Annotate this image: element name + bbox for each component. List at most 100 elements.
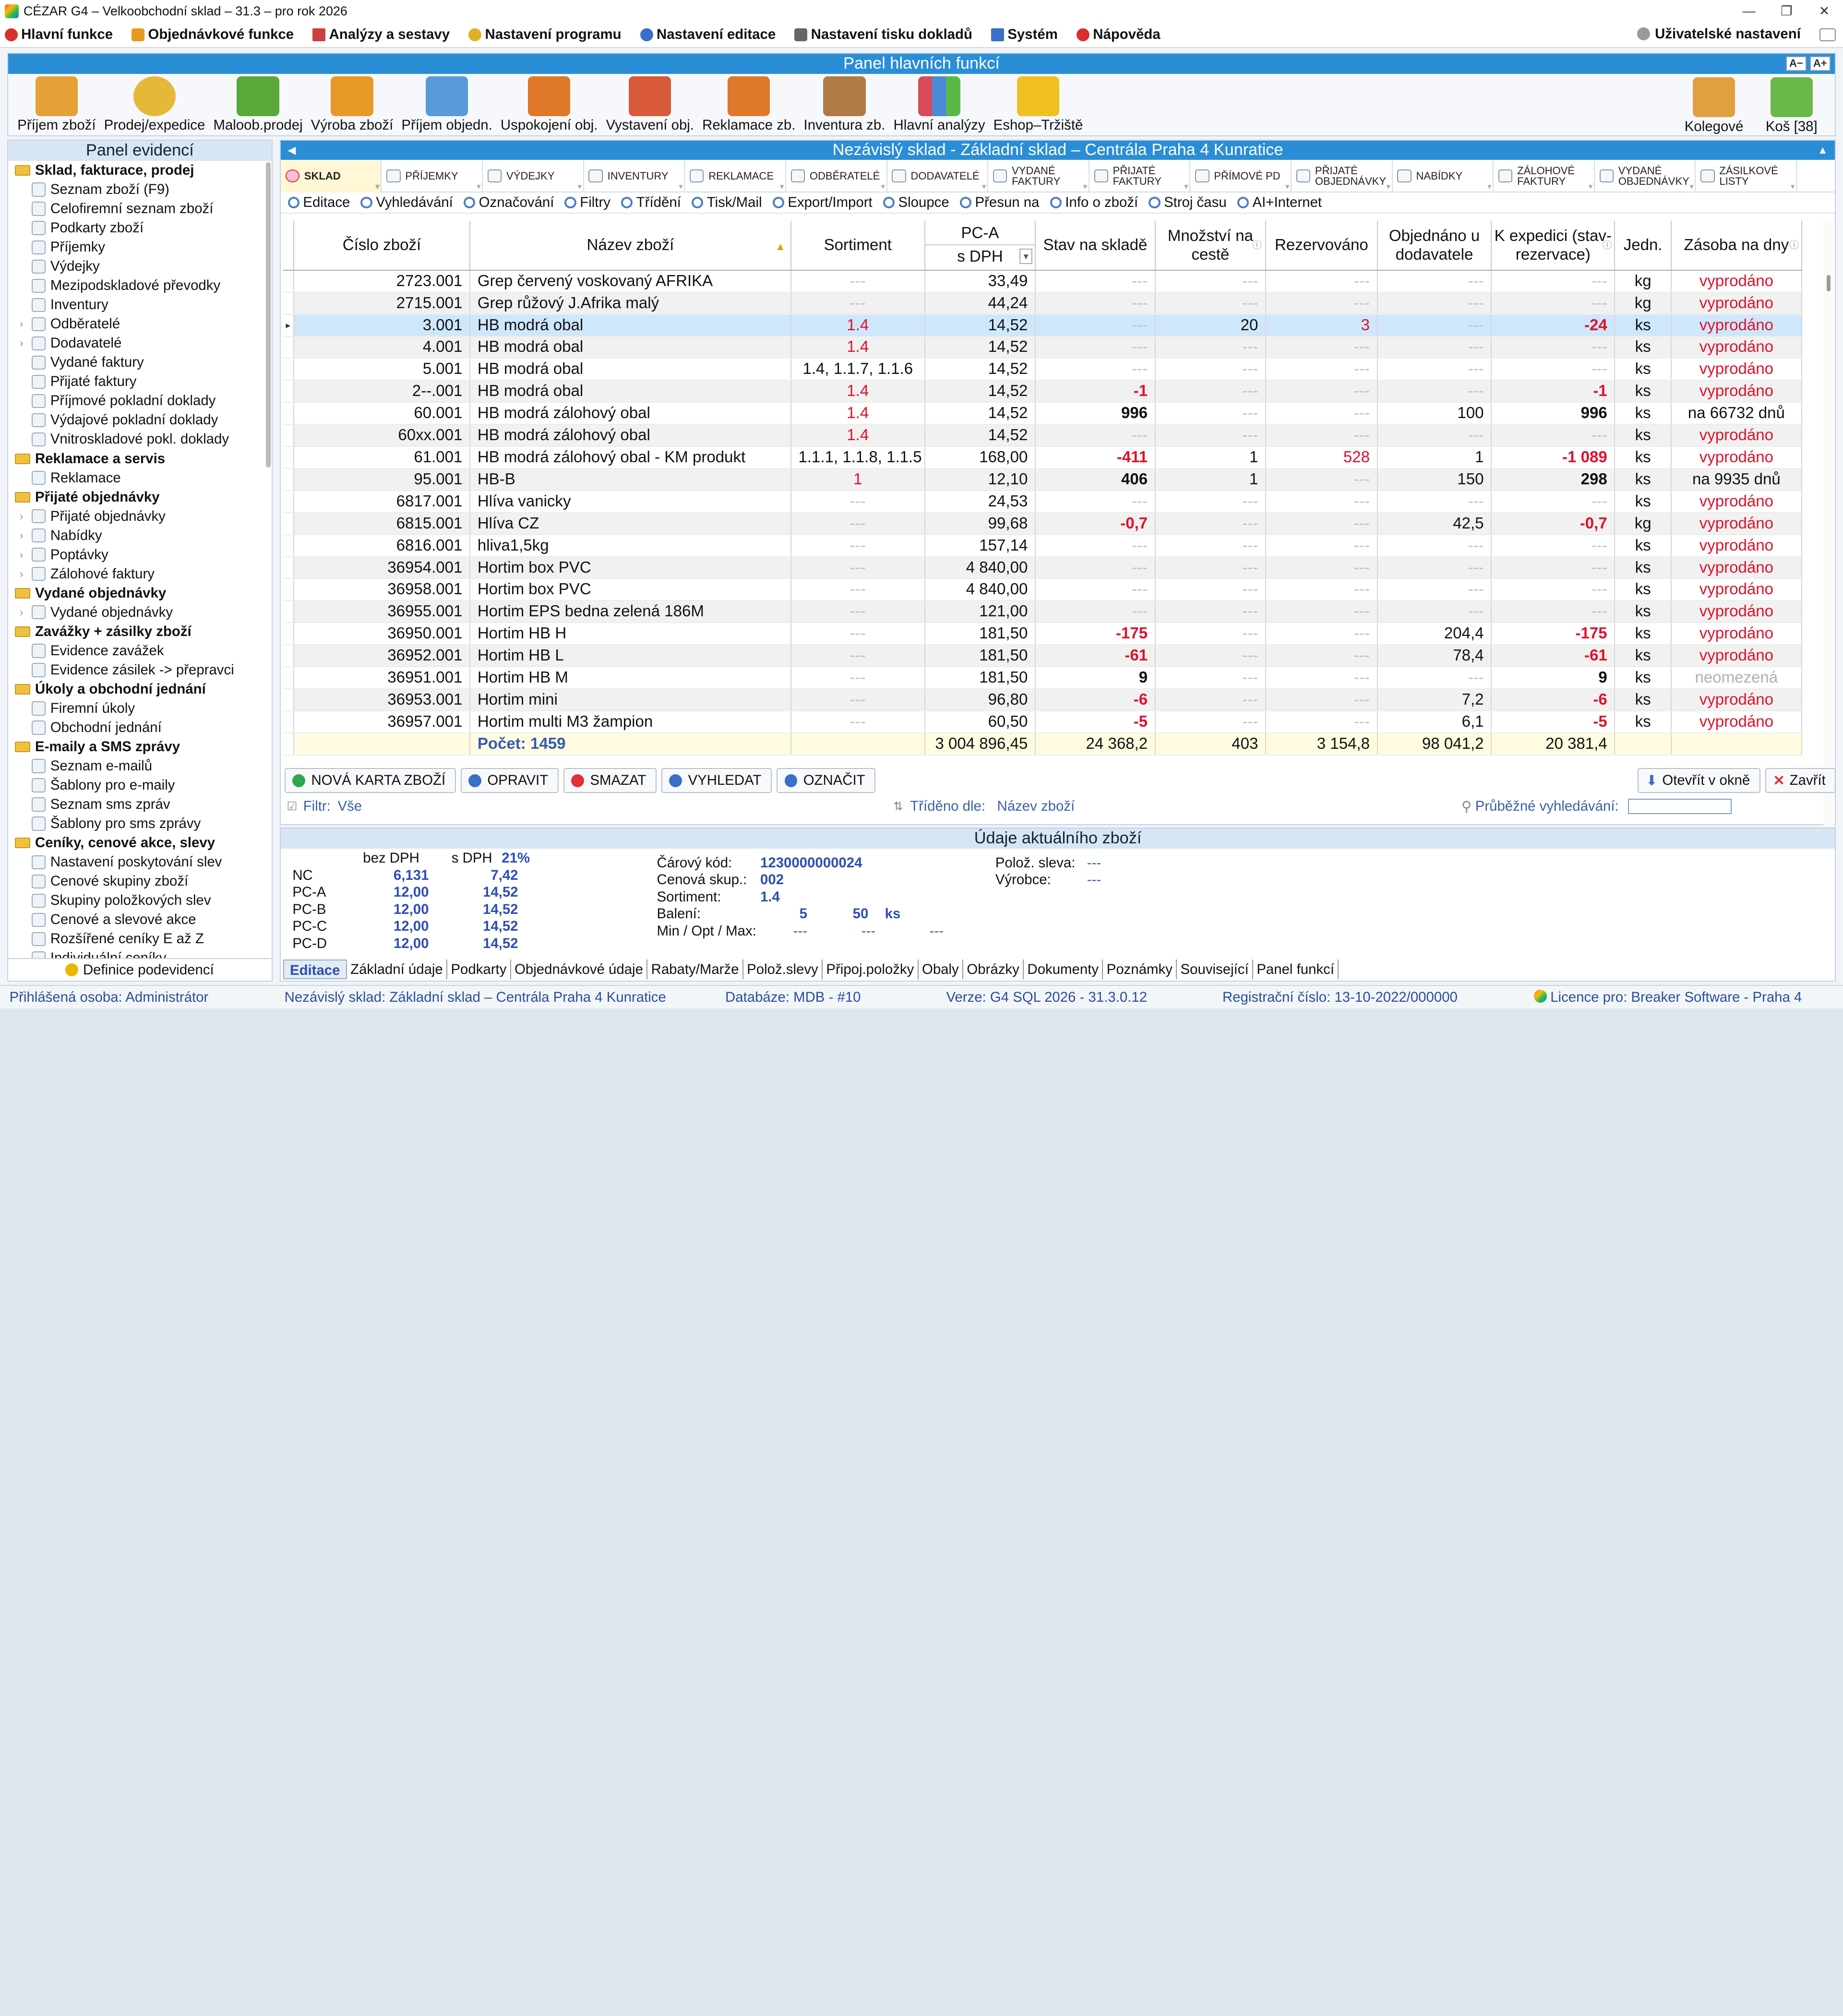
col-header-unit[interactable]: Jedn.	[1615, 220, 1672, 271]
tab-record[interactable]: Reklamace ▾	[685, 159, 786, 193]
close-button[interactable]: ✕ Zavřít	[1765, 768, 1836, 793]
tree-item[interactable]: Seznam zboží (F9)	[8, 180, 272, 199]
close-icon[interactable]: ✕	[1806, 0, 1843, 23]
search-button[interactable]: VYHLEDAT	[661, 768, 772, 793]
info-icon[interactable]: ⓘ	[1789, 236, 1799, 255]
tree-item[interactable]: Šablony pro e-maily	[8, 776, 272, 795]
tool-eshop[interactable]: Eshop–Tržiště	[993, 74, 1083, 134]
tree-item[interactable]: Celofiremní seznam zboží	[8, 199, 272, 218]
details-tab[interactable]: Objednávkové údaje	[511, 959, 648, 980]
tree-item[interactable]: Podkarty zboží	[8, 218, 272, 238]
details-tab[interactable]: Připoj.položky	[823, 959, 919, 980]
tab-record[interactable]: Výdejky ▾	[483, 159, 584, 193]
details-tab[interactable]: Základní údaje	[347, 959, 448, 980]
table-row[interactable]: 60.001 HB modrá zálohový obal 1.4 14,52 996-…	[283, 402, 1802, 425]
col-header-ordered[interactable]: Objednáno u dodavatele	[1377, 220, 1492, 271]
details-tab[interactable]: Poznámky	[1103, 959, 1177, 980]
col-header-name[interactable]: Název zboží ▲	[470, 220, 791, 271]
table-row[interactable]: 2715.001 Grep růžový J.Afrika malý --- 44,2…	[283, 292, 1802, 315]
tree-item[interactable]: › Nabídky	[8, 526, 272, 545]
tab-record[interactable]: Dodavatelé ▾	[887, 159, 989, 193]
tree-item[interactable]: Přijaté faktury	[8, 372, 272, 391]
tree-item[interactable]: › Zálohové faktury	[8, 564, 272, 584]
delete-button[interactable]: SMAZAT	[563, 768, 657, 793]
tree-group[interactable]: Přijaté objednávky	[8, 488, 272, 507]
tool-colleagues[interactable]: Kolegové	[1685, 75, 1743, 135]
collapse-left-icon[interactable]: ◀	[288, 141, 296, 159]
menu-help[interactable]: Nápověda	[1072, 26, 1161, 43]
menu-order-functions[interactable]: Objednávkové funkce	[127, 26, 294, 43]
tree-item[interactable]: Skupiny položkových slev	[8, 891, 272, 910]
toolbar-button[interactable]: Info o zboží	[1050, 194, 1138, 211]
minimize-icon[interactable]: —	[1730, 0, 1768, 23]
table-row[interactable]: 5.001 HB modrá obal 1.4, 1.1.7, 1.1.6 14,52…	[283, 358, 1802, 381]
toolbar-button[interactable]: Označování	[463, 194, 554, 211]
menu-print-settings[interactable]: Nastavení tisku dokladů	[790, 26, 972, 43]
details-tab[interactable]: Podkarty	[447, 959, 511, 980]
tab-record[interactable]: Inventury ▾	[584, 159, 685, 193]
info-icon[interactable]: ⓘ	[1252, 236, 1262, 255]
toolbar-button[interactable]: Přesun na	[959, 194, 1039, 211]
tree-item[interactable]: Nastavení poskytování slev	[8, 852, 272, 872]
col-header-sortiment[interactable]: Sortiment	[790, 220, 925, 271]
table-row[interactable]: 36958.001 Hortim box PVC --- 4 840,00 --- ---…	[283, 578, 1802, 601]
tab-record[interactable]: Přijaté faktury ▾	[1089, 159, 1191, 193]
toolbar-button[interactable]: Vyhledávání	[360, 194, 453, 211]
tool-recycle-bin[interactable]: Koš [38]	[1766, 75, 1818, 135]
scrollbar-thumb[interactable]	[1827, 275, 1831, 291]
sort-value[interactable]: Název zboží	[997, 798, 1075, 815]
table-row[interactable]: 36954.001 Hortim box PVC --- 4 840,00 --- ---…	[283, 556, 1802, 579]
tree-group[interactable]: Ceníky, cenové akce, slevy	[8, 833, 272, 852]
tree-group[interactable]: Sklad, fakturace, prodej	[8, 161, 272, 180]
tool-goods-receipt[interactable]: Příjem zboží	[17, 74, 96, 134]
table-scrollbar[interactable]	[1823, 220, 1834, 827]
table-row[interactable]: 4.001 HB modrá obal 1.4 14,52 --- --- --- --- --…	[283, 336, 1802, 359]
tree-item[interactable]: Výdejky	[8, 257, 272, 276]
tree-item[interactable]: Příjemky	[8, 238, 272, 257]
col-header-stock[interactable]: Stav na skladě	[1035, 220, 1156, 271]
new-card-button[interactable]: NOVÁ KARTA ZBOŽÍ	[284, 768, 456, 793]
table-row[interactable]: 6817.001 Hlíva vanicky --- 24,53 --- --- --- --…	[283, 490, 1802, 513]
tool-sales[interactable]: Prodej/expedice	[104, 74, 205, 134]
tab-record[interactable]: Příjemky ▾	[382, 159, 483, 193]
details-tab[interactable]: Obrázky	[963, 959, 1024, 980]
records-panel-scrollbar[interactable]	[265, 162, 271, 468]
open-in-window-button[interactable]: ⬇ Otevřít v okně	[1638, 768, 1760, 793]
table-row[interactable]: 36950.001 Hortim HB H --- 181,50 -175 --- --- 2…	[283, 623, 1802, 646]
menu-main-functions[interactable]: Hlavní funkce	[0, 26, 113, 43]
tab-record[interactable]: Zásilkové listy ▾	[1696, 159, 1797, 193]
table-row[interactable]: 36953.001 Hortim mini --- 96,80 -6 --- --- 7,2-…	[283, 689, 1802, 711]
col-header-supply[interactable]: Zásoba na dny ⓘ	[1671, 220, 1802, 271]
toolbar-button[interactable]: Export/Import	[772, 194, 873, 211]
col-header-price[interactable]: PC-A s DPH ▼	[924, 220, 1036, 271]
font-larger-button[interactable]: A+	[1809, 56, 1831, 72]
details-tab[interactable]: Dokumenty	[1024, 959, 1103, 980]
col-header-reserved[interactable]: Rezervováno	[1266, 220, 1378, 271]
details-tab[interactable]: Polož.slevy	[743, 959, 823, 980]
tree-item[interactable]: Mezipodskladové převodky	[8, 276, 272, 295]
tree-item[interactable]: Cenové skupiny zboží	[8, 872, 272, 891]
user-settings-menu[interactable]: Uživatelské nastavení	[1637, 26, 1801, 42]
maximize-icon[interactable]: ❐	[1768, 0, 1805, 23]
price-header-bottom[interactable]: s DPH ▼	[925, 245, 1035, 269]
toolbar-button[interactable]: Tisk/Mail	[691, 194, 762, 211]
menu-analyses[interactable]: Analýzy a sestavy	[308, 26, 450, 43]
tree-group[interactable]: Vydané objednávky	[8, 584, 272, 603]
edit-button[interactable]: OPRAVIT	[460, 768, 559, 793]
tree-item[interactable]: Evidence zavážek	[8, 641, 272, 660]
tab-record[interactable]: Nabídky ▾	[1393, 159, 1494, 193]
details-tab[interactable]: Obaly	[919, 959, 964, 980]
toolbar-button[interactable]: Třídění	[621, 194, 681, 211]
details-tab[interactable]: Rabaty/Marže	[647, 959, 743, 980]
tab-record[interactable]: Sklad ▾	[280, 159, 382, 193]
subrecord-definition-button[interactable]: Definice podevidencí	[8, 958, 272, 981]
tab-record[interactable]: Zálohové faktury ▾	[1494, 159, 1595, 193]
tree-item[interactable]: › Poptávky	[8, 545, 272, 564]
details-tab[interactable]: Související	[1177, 959, 1253, 980]
tree-item[interactable]: › Dodavatelé	[8, 334, 272, 353]
tree-item[interactable]: › Přijaté objednávky	[8, 507, 272, 526]
info-icon[interactable]: ⓘ	[1603, 236, 1612, 255]
tool-order-fulfilment[interactable]: Uspokojení obj.	[501, 74, 598, 134]
tree-group[interactable]: E-maily a SMS zprávy	[8, 737, 272, 756]
toolbar-button[interactable]: Filtry	[564, 194, 610, 211]
